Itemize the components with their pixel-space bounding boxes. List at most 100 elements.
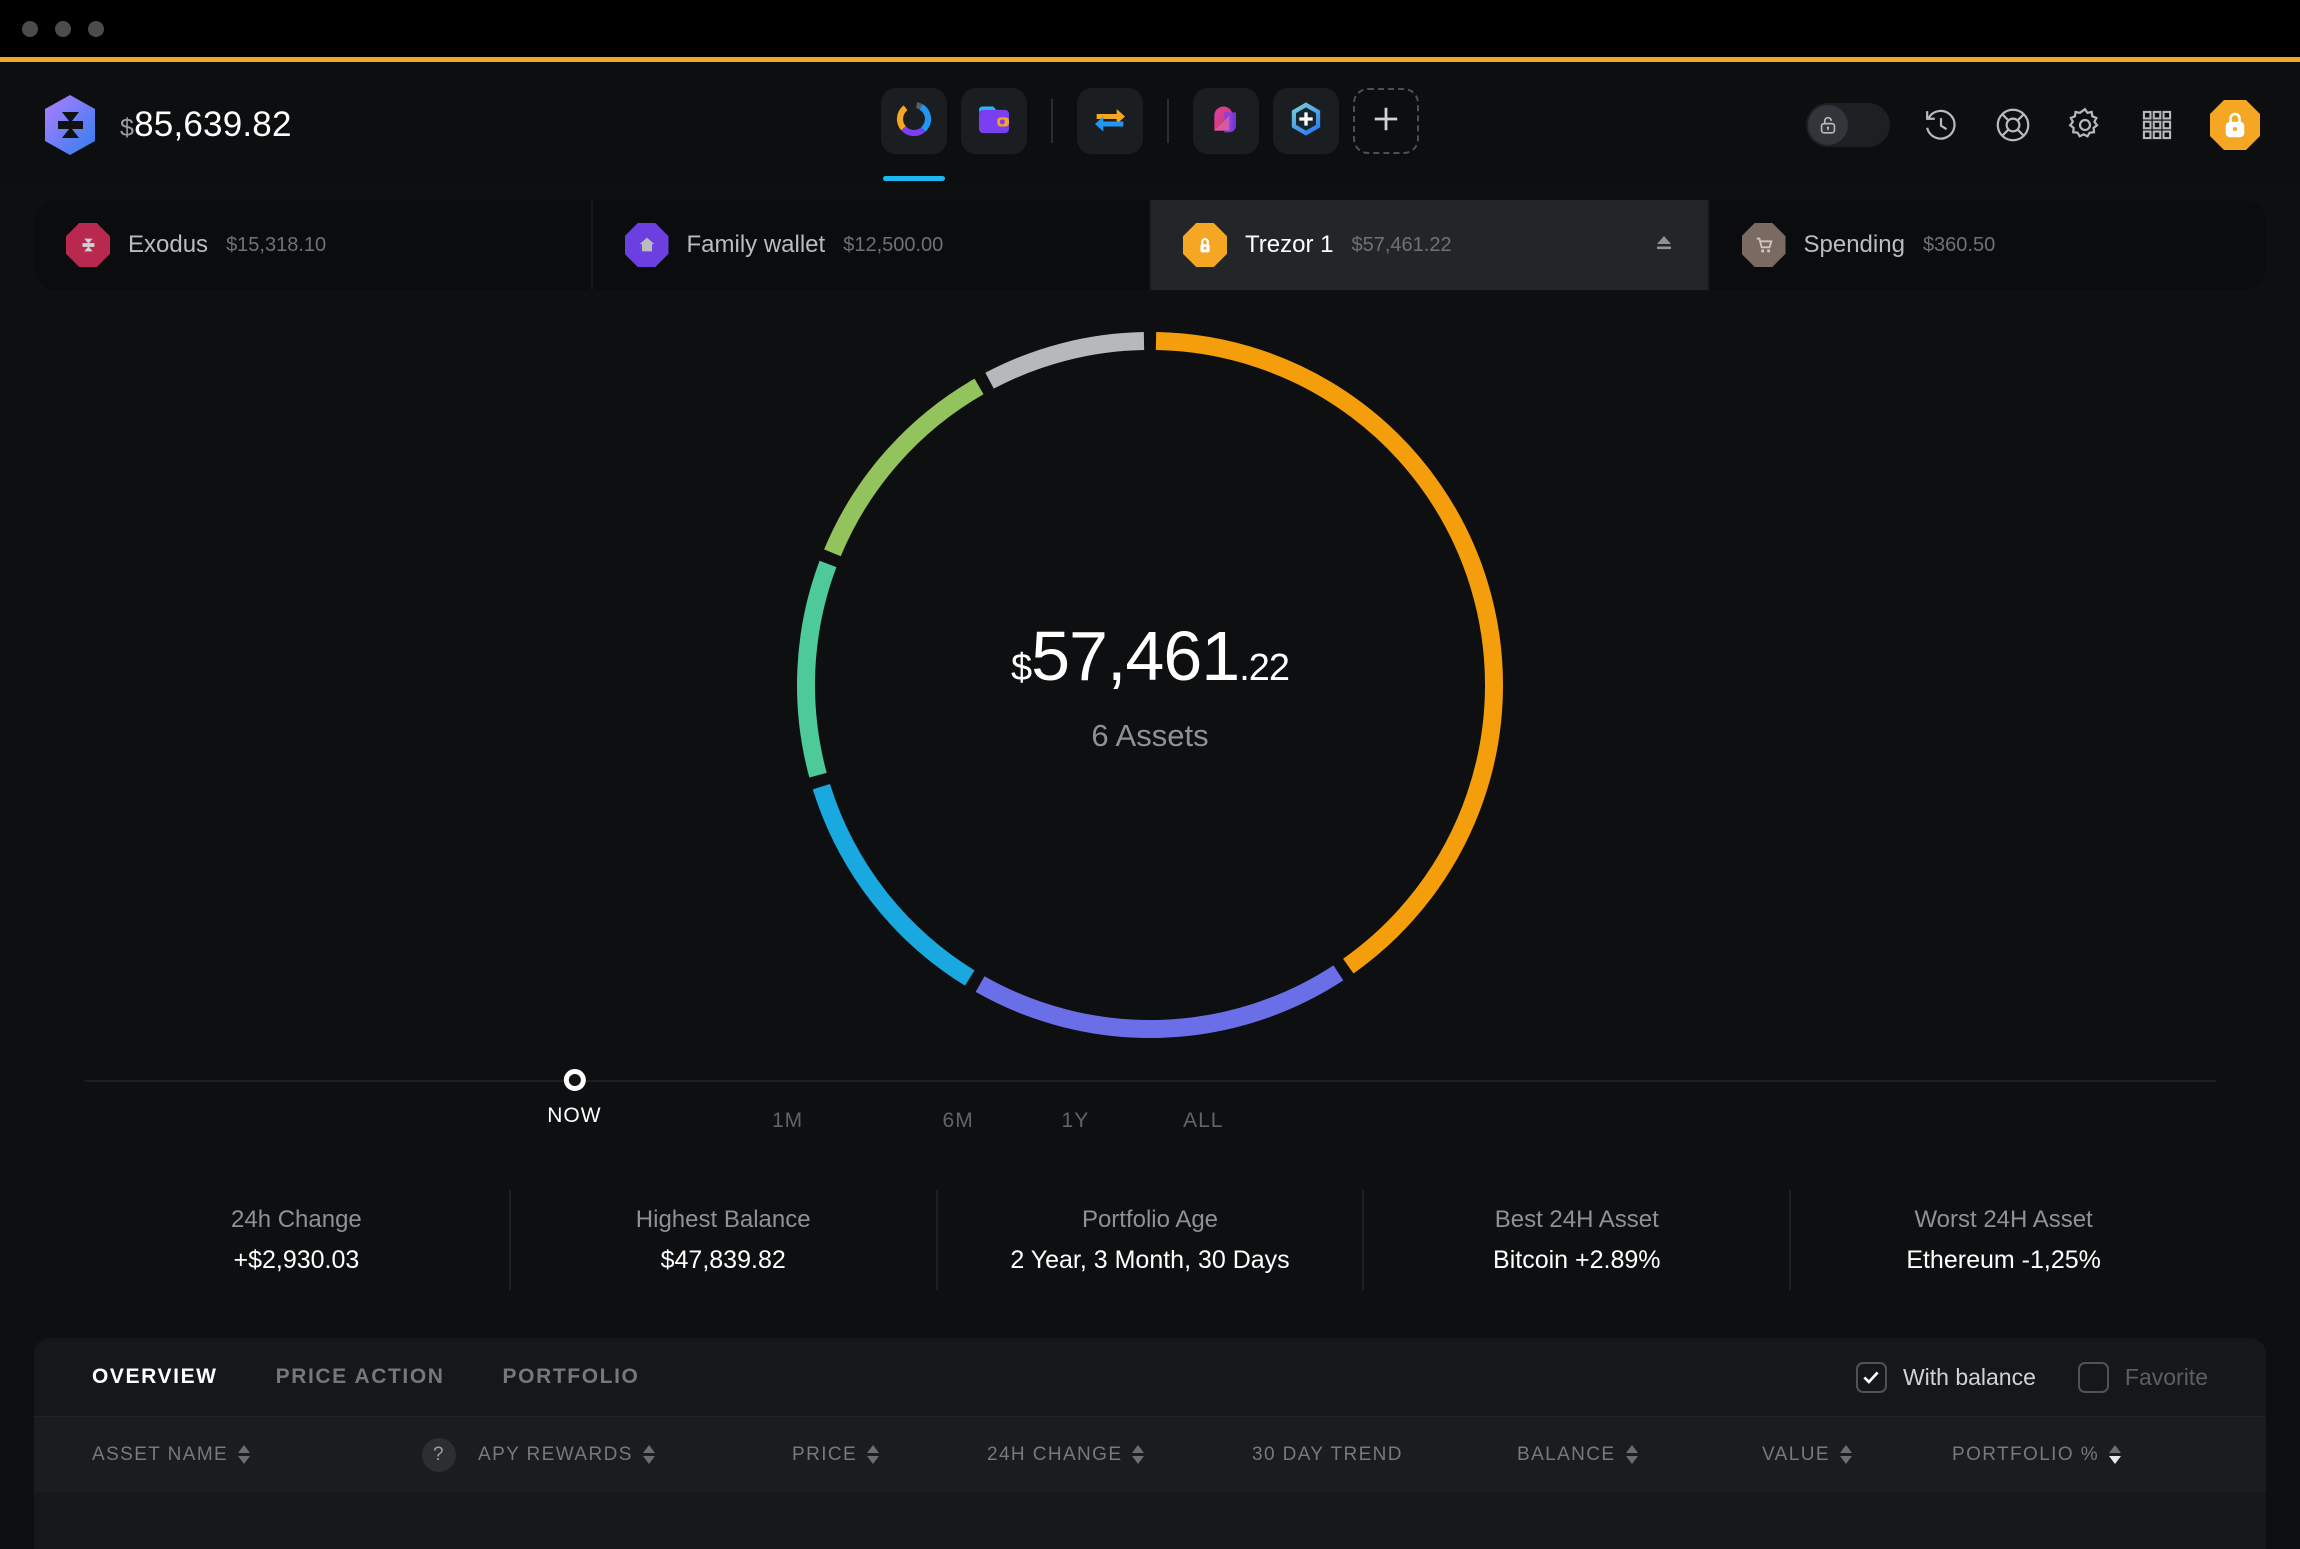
wallet-name: Family wallet (686, 231, 826, 258)
filter-favorite[interactable]: Favorite (2077, 1361, 2208, 1393)
wallet-icon (974, 99, 1014, 144)
column-value[interactable]: VALUE (1762, 1444, 1952, 1466)
column-balance[interactable]: BALANCE (1517, 1444, 1762, 1466)
app-header: $85,639.82 (0, 62, 2300, 188)
nav-exchange[interactable] (1077, 88, 1143, 154)
checkbox-unchecked-icon (2077, 1361, 2109, 1393)
wallet-tab-family-wallet[interactable]: Family wallet $12,500.00 (593, 200, 1151, 290)
stat-24h-change: 24h Change +$2,930.03 (84, 1190, 511, 1290)
nav-wallet[interactable] (961, 88, 1027, 154)
portfolio-value: $57,461.22 (1010, 616, 1290, 696)
sort-icon (1132, 1445, 1145, 1464)
help-icon[interactable]: ? (422, 1437, 456, 1472)
column-label: 24H CHANGE (987, 1443, 1123, 1465)
assets-panel-tabs: OVERVIEW PRICE ACTION PORTFOLIO With bal… (34, 1338, 2266, 1416)
cart-octagon-icon (1741, 223, 1786, 267)
trezor-octagon-icon (1183, 223, 1227, 267)
sort-icon (642, 1445, 655, 1464)
nav-divider-2 (1167, 99, 1169, 143)
gear-icon[interactable] (2064, 104, 2106, 146)
total-balance: $85,639.82 (120, 105, 292, 145)
timeline-label: 1Y (1061, 1109, 1090, 1132)
stat-value: +$2,930.03 (233, 1245, 360, 1274)
column-label: APY REWARDS (478, 1443, 633, 1465)
sort-icon (238, 1445, 251, 1464)
timeline-point-1m[interactable]: 1M (772, 1096, 803, 1133)
wallet-tab-exodus[interactable]: Exodus $15,318.10 (34, 200, 593, 290)
value-main: 57,461 (1031, 617, 1240, 695)
portfolio-chart-area: $57,461.22 6 Assets (0, 290, 2300, 1080)
column-24h-change[interactable]: 24H CHANGE (987, 1444, 1252, 1466)
column-30-day-trend: 30 DAY TREND (1252, 1444, 1517, 1466)
stat-best-24h-asset: Best 24H Asset Bitcoin +2.89% (1364, 1190, 1792, 1290)
filter-with-balance[interactable]: With balance (1855, 1361, 2036, 1393)
value-decimals: .22 (1239, 647, 1290, 689)
primary-nav (881, 88, 1419, 181)
wallet-amount: $360.50 (1922, 233, 1996, 256)
grid-9-icon[interactable] (2136, 104, 2178, 146)
balance-currency: $ (120, 114, 135, 142)
column-asset-name[interactable]: ASSET NAME (92, 1444, 422, 1466)
nav-portfolio[interactable] (881, 88, 947, 181)
timeline-selector[interactable]: NOW 1M 6M 1Y ALL (84, 1069, 2216, 1172)
wallet-tabs: Exodus $15,318.10 Family wallet $12,500.… (34, 200, 2266, 290)
lifebuoy-icon[interactable] (1992, 104, 2034, 146)
hexagon-plus-icon (1286, 99, 1326, 144)
checkbox-checked-icon (1855, 1361, 1887, 1393)
nav-collection[interactable] (1193, 88, 1259, 154)
window-titlebar (0, 0, 2300, 57)
assets-table-header: ASSET NAME ? APY REWARDS PRICE 24H CHANG… (34, 1416, 2266, 1492)
stat-highest-balance: Highest Balance $47,839.82 (511, 1190, 938, 1290)
home-octagon-icon (624, 223, 669, 267)
timeline-label: ALL (1183, 1109, 1224, 1132)
wallet-amount: $57,461.22 (1351, 233, 1452, 256)
timeline-point-6m[interactable]: 6M (943, 1096, 974, 1133)
stat-value: 2 Year, 3 Month, 30 Days (1010, 1245, 1290, 1274)
tab-overview[interactable]: OVERVIEW (92, 1365, 218, 1389)
stat-value: Bitcoin +2.89% (1493, 1245, 1661, 1274)
clock-rewind-icon[interactable] (1920, 104, 1962, 146)
minimize-button[interactable] (55, 20, 71, 37)
nav-add[interactable] (1353, 88, 1419, 154)
portfolio-donut-chart[interactable]: $57,461.22 6 Assets (790, 325, 1510, 1045)
app-window: $85,639.82 Exodus $15,318.10 Family wall… (0, 0, 2300, 1549)
close-button[interactable] (22, 20, 38, 37)
tab-portfolio[interactable]: PORTFOLIO (503, 1365, 640, 1389)
wallet-amount: $15,318.10 (226, 233, 327, 256)
sort-icon (867, 1445, 880, 1464)
column-price[interactable]: PRICE (792, 1444, 987, 1466)
plus-icon (1371, 104, 1401, 139)
timeline-label: NOW (547, 1104, 602, 1127)
stat-label: Highest Balance (635, 1205, 811, 1233)
nav-divider-1 (1051, 99, 1053, 143)
nav-apps[interactable] (1273, 88, 1339, 154)
window-controls[interactable] (22, 20, 104, 37)
wallet-tab-trezor-1[interactable]: Trezor 1 $57,461.22 (1151, 200, 1710, 290)
portfolio-stats: 24h Change +$2,930.03 Highest Balance $4… (84, 1190, 2216, 1290)
assets-panel: OVERVIEW PRICE ACTION PORTFOLIO With bal… (34, 1338, 2266, 1549)
maximize-button[interactable] (88, 20, 104, 37)
sort-icon (1625, 1445, 1638, 1464)
wallet-tabs-wrapper: Exodus $15,318.10 Family wallet $12,500.… (0, 188, 2300, 290)
donut-center-label: $57,461.22 6 Assets (790, 325, 1510, 1045)
header-actions (1806, 98, 2262, 152)
eject-icon[interactable] (1652, 231, 1676, 260)
security-badge-button[interactable] (2208, 98, 2262, 152)
column-label: PRICE (792, 1443, 858, 1465)
timeline-point-all[interactable]: ALL (1183, 1096, 1223, 1133)
column-apy-rewards[interactable]: ? APY REWARDS (422, 1437, 792, 1472)
timeline-point-1y[interactable]: 1Y (1062, 1096, 1090, 1133)
balance-amount: 85,639.82 (134, 105, 292, 144)
column-portfolio-percent[interactable]: PORTFOLIO % (1952, 1444, 2122, 1466)
stat-value: $47,839.82 (660, 1245, 786, 1274)
tab-price-action[interactable]: PRICE ACTION (276, 1365, 445, 1389)
wallet-tab-spending[interactable]: Spending $360.50 (1710, 200, 2267, 290)
column-label: BALANCE (1517, 1443, 1616, 1465)
column-label: ASSET NAME (92, 1443, 229, 1465)
asset-filters: With balance Favorite (1855, 1361, 2208, 1393)
timeline-label: 1M (771, 1109, 804, 1132)
sort-icon (2109, 1445, 2122, 1464)
timeline-point-now[interactable]: NOW (547, 1069, 601, 1128)
lock-toggle[interactable] (1806, 103, 1890, 147)
value-currency: $ (1010, 647, 1032, 689)
